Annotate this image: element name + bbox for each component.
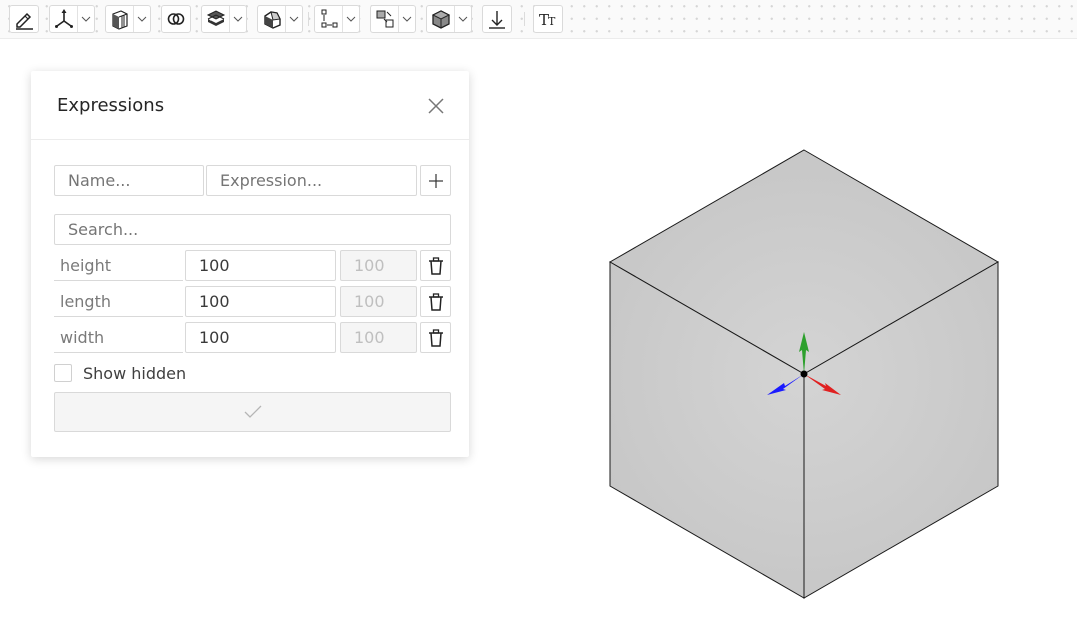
variable-name: width [54, 322, 183, 353]
axes-button[interactable] [49, 5, 95, 33]
variable-expression-input[interactable]: 100 [185, 322, 336, 353]
transform-squares-icon [371, 6, 398, 32]
variable-expression-input[interactable]: 100 [185, 286, 336, 317]
variable-name: length [54, 286, 183, 317]
close-button[interactable] [427, 97, 445, 115]
download-icon [483, 6, 511, 32]
chamfer-button[interactable] [257, 5, 303, 33]
toolbar-separator [308, 12, 309, 26]
chamfer-solid-icon [258, 6, 285, 32]
sketch-button[interactable] [9, 5, 39, 33]
toolbar: TT [0, 0, 1077, 39]
apply-button[interactable] [54, 392, 451, 432]
cube-icon [427, 6, 454, 32]
extrude-solid-icon [106, 6, 133, 32]
expression-input[interactable] [206, 165, 417, 196]
show-hidden-label: Show hidden [83, 364, 187, 383]
download-button[interactable] [482, 5, 512, 33]
variable-value: 100 [340, 250, 417, 281]
delete-variable-button[interactable] [420, 322, 451, 353]
text-style-button[interactable]: TT [533, 5, 563, 33]
flow-button[interactable] [314, 5, 360, 33]
chevron-down-icon[interactable] [229, 6, 246, 32]
origin-point [800, 370, 808, 378]
variable-value: 100 [340, 286, 417, 317]
chevron-down-icon[interactable] [454, 6, 471, 32]
panel-title: Expressions [57, 95, 165, 116]
check-icon [244, 405, 261, 418]
transform-button[interactable] [370, 5, 416, 33]
trash-icon [428, 292, 443, 311]
show-hidden-checkbox[interactable] [54, 364, 72, 382]
sketch-pencil-icon [10, 6, 38, 32]
trash-icon [428, 256, 443, 275]
search-input[interactable] [54, 214, 451, 245]
flow-diagram-icon [315, 6, 342, 32]
plus-icon [428, 173, 443, 188]
axes-icon [50, 6, 77, 32]
3d-viewport[interactable] [560, 120, 1060, 620]
chevron-down-icon[interactable] [398, 6, 415, 32]
boolean-button[interactable] [161, 5, 191, 33]
trash-icon [428, 328, 443, 347]
chevron-down-icon[interactable] [133, 6, 150, 32]
chevron-down-icon[interactable] [285, 6, 302, 32]
variable-expression-input[interactable]: 100 [185, 250, 336, 281]
close-icon [428, 98, 444, 114]
extrude-button[interactable] [105, 5, 151, 33]
chevron-down-icon[interactable] [342, 6, 359, 32]
layers-icon [202, 6, 229, 32]
add-expression-button[interactable] [420, 165, 451, 196]
toolbar-separator [524, 12, 525, 26]
delete-variable-button[interactable] [420, 286, 451, 317]
variable-value: 100 [340, 322, 417, 353]
layers-button[interactable] [201, 5, 247, 33]
expressions-panel: Expressions height 100 100 length 100 10… [31, 71, 469, 457]
chevron-down-icon[interactable] [77, 6, 94, 32]
cube-button[interactable] [426, 5, 472, 33]
variable-name: height [54, 250, 183, 281]
panel-header: Expressions [31, 71, 469, 140]
boolean-rings-icon [162, 6, 190, 32]
text-style-icon: TT [534, 6, 562, 32]
svg-text:T: T [548, 15, 556, 28]
name-input[interactable] [54, 165, 204, 196]
delete-variable-button[interactable] [420, 250, 451, 281]
